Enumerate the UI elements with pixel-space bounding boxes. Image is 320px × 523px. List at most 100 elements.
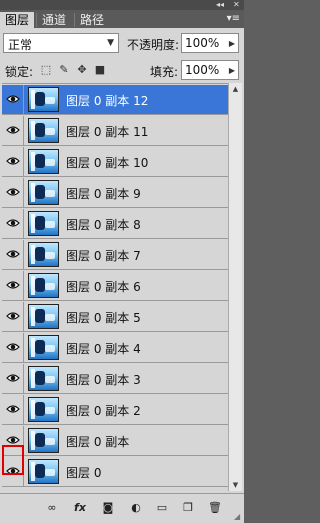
collapse-icon[interactable]: ◂◂	[216, 0, 224, 10]
lock-all-icon[interactable]: ■	[93, 63, 107, 77]
eye-icon	[6, 343, 20, 351]
layer-name[interactable]: 图层 0	[66, 464, 101, 481]
lock-transparent-icon[interactable]: ⬚	[39, 63, 53, 77]
layer-thumbnail[interactable]	[28, 87, 59, 112]
layer-thumbnail[interactable]	[28, 180, 59, 205]
layer-thumbnail[interactable]	[28, 428, 59, 453]
layer-thumbnail[interactable]	[28, 211, 59, 236]
layer-thumbnail[interactable]	[28, 242, 59, 267]
layer-row[interactable]: 图层 0 副本 7	[2, 240, 228, 270]
layer-list-scrollbar[interactable]: ▲ ▼	[228, 83, 242, 491]
chevron-down-icon: ▼	[107, 38, 114, 48]
link-icon[interactable]: ∞	[44, 501, 60, 515]
layer-name[interactable]: 图层 0 副本 11	[66, 123, 148, 140]
folder-icon[interactable]: ▭	[154, 501, 170, 515]
layer-name[interactable]: 图层 0 副本 12	[66, 92, 148, 109]
opacity-label: 不透明度:	[127, 38, 180, 52]
tab-layers[interactable]: 图层	[0, 12, 35, 28]
eye-icon	[6, 281, 20, 289]
lock-brush-icon[interactable]: ✎	[57, 63, 71, 77]
blend-row: 正常 ▼ 不透明度: 100% ▶	[0, 30, 244, 56]
visibility-toggle[interactable]	[2, 116, 24, 146]
visibility-toggle[interactable]	[2, 333, 24, 363]
fill-label: 填充:	[150, 65, 179, 79]
eye-icon	[6, 95, 20, 103]
visibility-toggle[interactable]	[2, 147, 24, 177]
close-icon[interactable]: ✕	[233, 0, 240, 10]
layer-name[interactable]: 图层 0 副本 2	[66, 402, 141, 419]
layer-row[interactable]: 图层 0 副本 2	[2, 395, 228, 425]
lock-row: 锁定: ⬚ ✎ ✥ ■ 填充: 100% ▶	[0, 58, 244, 82]
layer-row[interactable]: 图层 0 副本 11	[2, 116, 228, 146]
layer-row[interactable]: 图层 0	[2, 457, 228, 487]
opacity-field[interactable]: 100% ▶	[181, 33, 239, 53]
eye-icon	[6, 219, 20, 227]
eye-icon	[6, 250, 20, 258]
layer-thumbnail[interactable]	[28, 366, 59, 391]
layer-thumbnail[interactable]	[28, 273, 59, 298]
layer-row[interactable]: 图层 0 副本 8	[2, 209, 228, 239]
eye-icon	[6, 126, 20, 134]
layer-row[interactable]: 图层 0 副本 10	[2, 147, 228, 177]
visibility-toggle[interactable]	[2, 85, 24, 115]
panel-tab-bar: 图层 通道 路径 ▾≡	[0, 10, 244, 28]
layer-row[interactable]: 图层 0 副本 6	[2, 271, 228, 301]
layer-list: 图层 0 副本 12 图层 0 副本 11 图层 0 副本 10 图层 0 副本 9 图…	[2, 83, 228, 492]
scroll-up-icon[interactable]: ▲	[229, 83, 242, 95]
layer-row[interactable]: 图层 0 副本	[2, 426, 228, 456]
blend-mode-select[interactable]: 正常 ▼	[3, 33, 119, 53]
fill-arrow-icon[interactable]: ▶	[229, 66, 235, 75]
fx-icon[interactable]: fx	[72, 501, 88, 515]
layer-row[interactable]: 图层 0 副本 5	[2, 302, 228, 332]
panel-top-strip: ◂◂ ✕	[0, 0, 244, 10]
visibility-toggle[interactable]	[2, 271, 24, 301]
layer-row[interactable]: 图层 0 副本 9	[2, 178, 228, 208]
layer-thumbnail[interactable]	[28, 397, 59, 422]
tab-paths[interactable]: 路径	[75, 12, 109, 28]
layer-name[interactable]: 图层 0 副本 7	[66, 247, 141, 264]
trash-icon[interactable]: 🗑	[207, 501, 223, 515]
visibility-toggle[interactable]	[2, 240, 24, 270]
lock-label: 锁定:	[5, 65, 34, 79]
resize-grip-icon[interactable]: ◢	[234, 513, 242, 521]
fill-field[interactable]: 100% ▶	[181, 60, 239, 80]
tab-channels[interactable]: 通道	[37, 12, 71, 28]
scroll-down-icon[interactable]: ▼	[229, 479, 242, 491]
layer-thumbnail[interactable]	[28, 335, 59, 360]
layer-name[interactable]: 图层 0 副本 5	[66, 309, 141, 326]
visibility-toggle[interactable]	[2, 302, 24, 332]
layer-thumbnail[interactable]	[28, 459, 59, 484]
layer-thumbnail[interactable]	[28, 118, 59, 143]
layer-name[interactable]: 图层 0 副本	[66, 433, 129, 450]
adjustment-icon[interactable]: ◐	[128, 501, 144, 515]
lock-move-icon[interactable]: ✥	[75, 63, 89, 77]
blend-mode-value: 正常	[8, 38, 33, 52]
layer-row[interactable]: 图层 0 副本 4	[2, 333, 228, 363]
layer-name[interactable]: 图层 0 副本 9	[66, 185, 141, 202]
mask-icon[interactable]: ◙	[100, 501, 116, 515]
fill-value: 100%	[185, 63, 220, 77]
layer-thumbnail[interactable]	[28, 149, 59, 174]
layer-row[interactable]: 图层 0 副本 12	[2, 85, 228, 115]
layer-name[interactable]: 图层 0 副本 3	[66, 371, 141, 388]
visibility-toggle[interactable]	[2, 364, 24, 394]
eye-icon	[6, 374, 20, 382]
opacity-value: 100%	[185, 36, 220, 50]
visibility-toggle[interactable]	[2, 178, 24, 208]
panel-menu-icon[interactable]: ▾≡	[227, 12, 240, 26]
eye-icon	[6, 312, 20, 320]
eye-icon	[6, 436, 20, 444]
layer-name[interactable]: 图层 0 副本 8	[66, 216, 141, 233]
opacity-arrow-icon[interactable]: ▶	[229, 39, 235, 48]
new-layer-icon[interactable]: ❐	[180, 501, 196, 515]
layer-name[interactable]: 图层 0 副本 6	[66, 278, 141, 295]
layer-name[interactable]: 图层 0 副本 10	[66, 154, 148, 171]
layer-row[interactable]: 图层 0 副本 3	[2, 364, 228, 394]
visibility-toggle[interactable]	[2, 209, 24, 239]
visibility-toggle[interactable]	[2, 395, 24, 425]
panel-bottom-bar: ∞ fx ◙ ◐ ▭ ❐ 🗑 ◢	[0, 493, 244, 523]
layer-name[interactable]: 图层 0 副本 4	[66, 340, 141, 357]
layer-thumbnail[interactable]	[28, 304, 59, 329]
eye-icon	[6, 188, 20, 196]
eye-icon	[6, 405, 20, 413]
